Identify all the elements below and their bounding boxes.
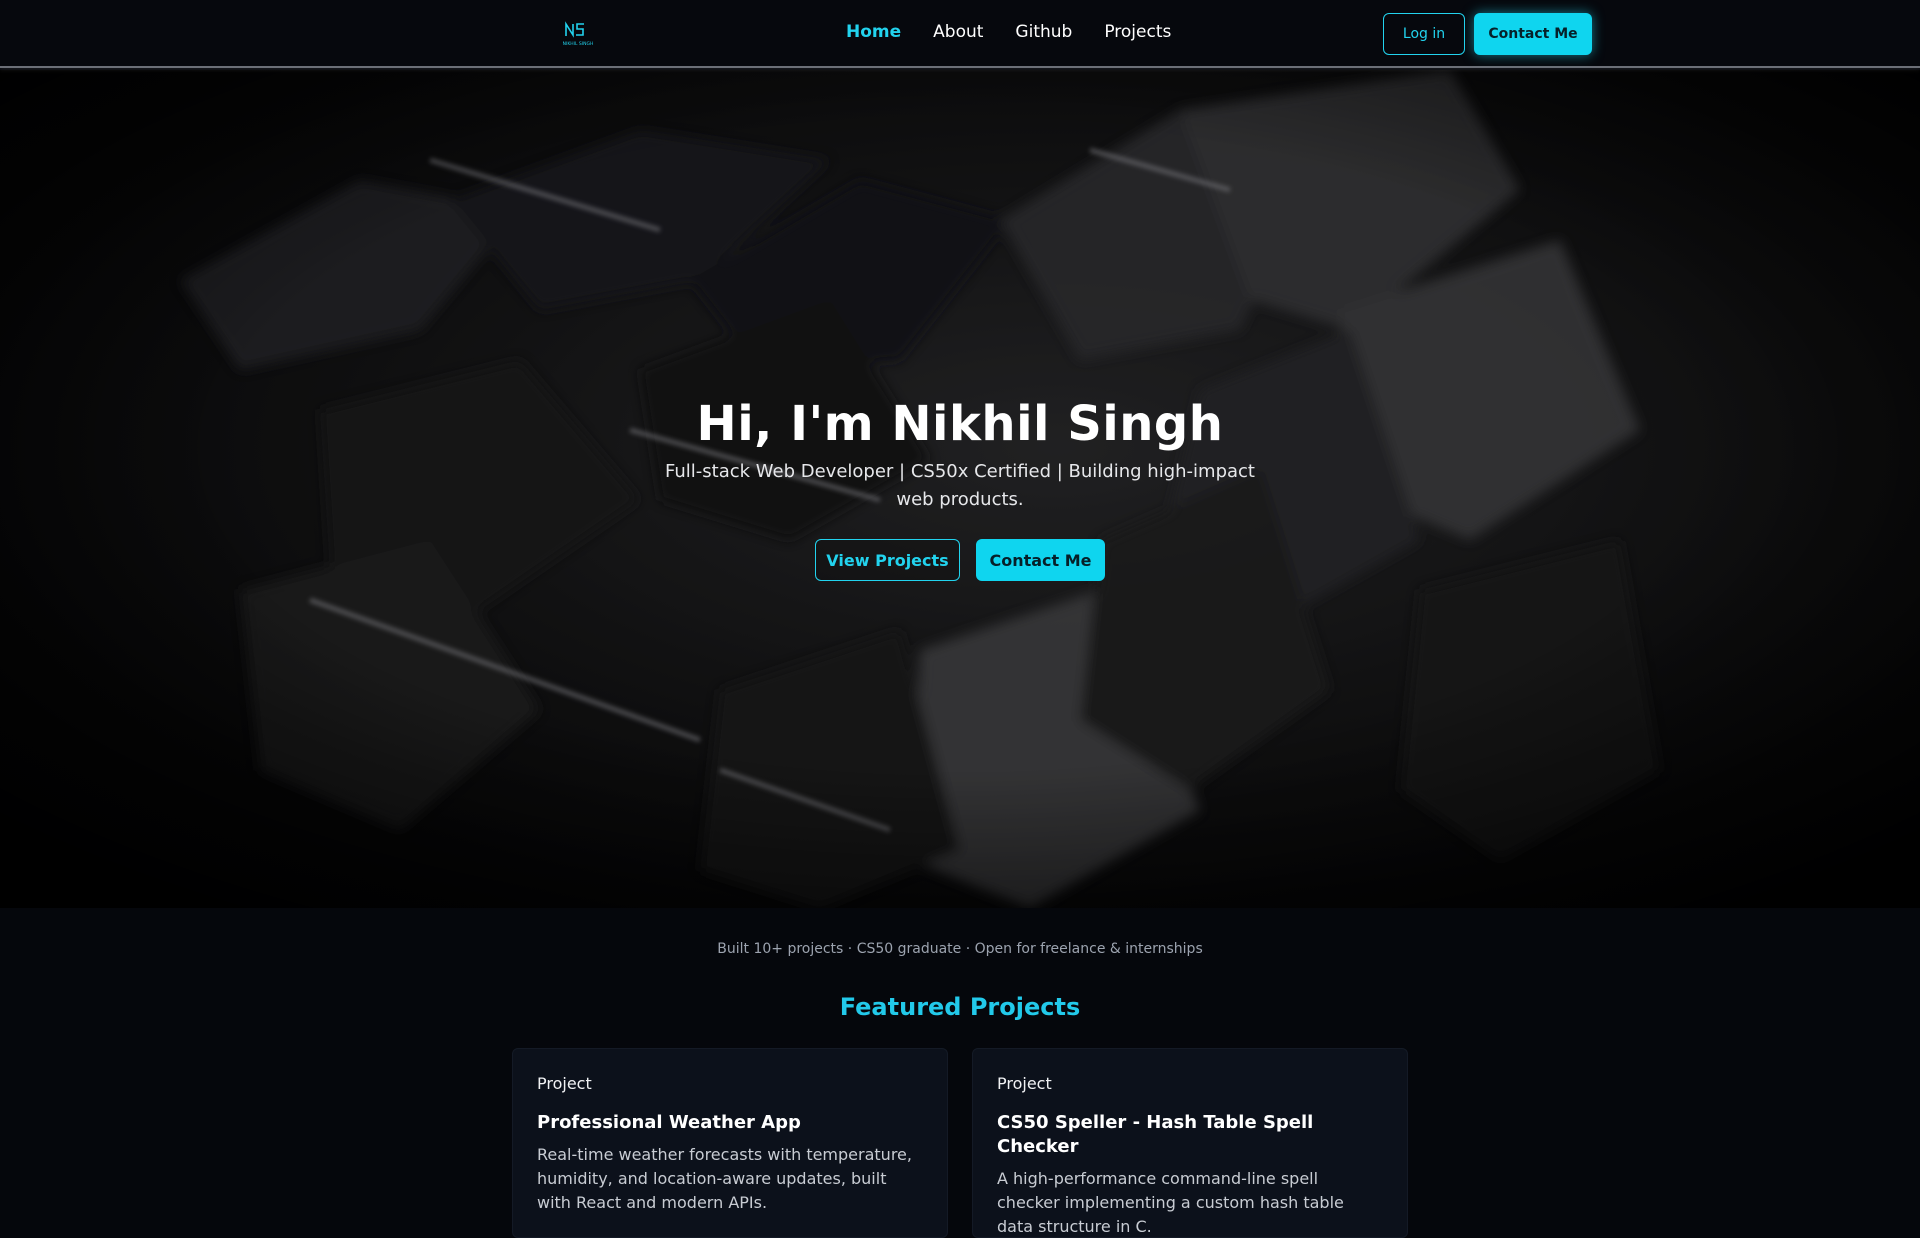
nav-contact-button[interactable]: Contact Me [1474,13,1592,55]
logo-subtext: NIKHIL SINGH [563,41,594,47]
nav-link-home[interactable]: Home [846,22,901,42]
ns-logo-icon[interactable]: NIKHIL SINGH [558,20,598,48]
featured-projects-title: Featured Projects [839,993,1081,1021]
hero-title: Hi, I'm Nikhil Singh [696,396,1224,452]
project-card-weather[interactable]: Project Professional Weather App Real-ti… [512,1048,948,1238]
hero-content: Hi, I'm Nikhil Singh Full-stack Web Deve… [560,396,1360,581]
hero-section: Hi, I'm Nikhil Singh Full-stack Web Deve… [0,70,1920,908]
nav-link-projects[interactable]: Projects [1104,22,1171,42]
project-tag: Project [537,1074,592,1093]
project-tag: Project [997,1074,1052,1093]
logo-mark: NIKHIL SINGH [563,21,594,47]
login-button[interactable]: Log in [1383,13,1465,55]
project-title: Professional Weather App [537,1112,801,1133]
hero-subtitle: Full-stack Web Developer | CS50x Certifi… [665,461,1255,510]
hero-contact-button[interactable]: Contact Me [976,539,1105,581]
nav-link-github[interactable]: Github [1015,22,1072,42]
project-description: A high-performance command-line spell ch… [997,1169,1344,1236]
top-navbar: NIKHIL SINGH Home About Github Projects … [0,0,1920,68]
main-nav: Home About Github Projects [846,22,1171,42]
hero-actions: View Projects Contact Me [560,539,1360,581]
project-title: CS50 Speller - Hash Table Spell Checker [997,1112,1314,1157]
project-description: Real-time weather forecasts with tempera… [537,1145,912,1212]
stats-line: Built 10+ projects · CS50 graduate · Ope… [717,941,1203,957]
nav-link-about[interactable]: About [933,22,983,42]
project-card-speller[interactable]: Project CS50 Speller - Hash Table Spell … [972,1048,1408,1238]
view-projects-button[interactable]: View Projects [815,539,960,581]
